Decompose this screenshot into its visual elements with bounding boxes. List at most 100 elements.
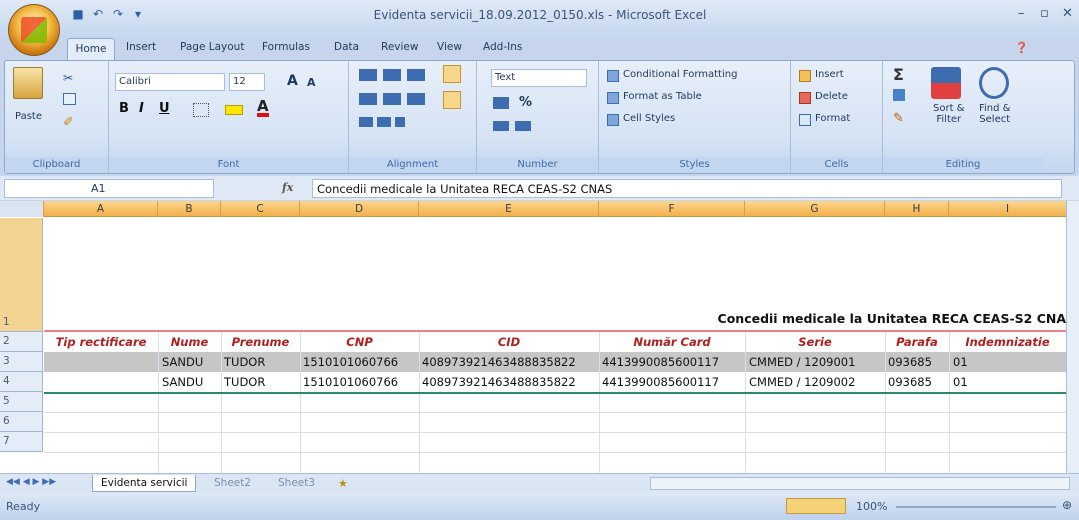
- cell-prenume[interactable]: TUDOR: [224, 375, 298, 389]
- vertical-scrollbar[interactable]: [1066, 201, 1079, 473]
- insert-button[interactable]: Insert: [815, 69, 844, 80]
- number-format-select[interactable]: Text: [491, 69, 587, 87]
- row-header-3[interactable]: 3: [0, 352, 43, 372]
- bold-button[interactable]: B: [119, 101, 129, 116]
- column-header-f[interactable]: F: [599, 201, 745, 217]
- redo-icon[interactable]: ↷: [110, 7, 126, 21]
- column-header-b[interactable]: B: [158, 201, 221, 217]
- column-header-c[interactable]: C: [221, 201, 300, 217]
- cell-styles-icon[interactable]: [607, 114, 619, 126]
- cell-cnp[interactable]: 1510101060766: [303, 355, 417, 369]
- font-name-select[interactable]: Calibri: [115, 73, 225, 91]
- borders-icon[interactable]: [193, 103, 209, 117]
- zoom-in-icon[interactable]: ⊕: [1062, 498, 1072, 512]
- header-prenume[interactable]: Prenume: [221, 335, 300, 349]
- sheet-nav-icons[interactable]: ◀◀ ◀ ▶ ▶▶: [6, 477, 56, 487]
- autosum-icon[interactable]: Σ: [893, 65, 904, 84]
- sheet-tab-sheet2[interactable]: Sheet2: [206, 475, 259, 492]
- cell-numar-card[interactable]: 4413990085600117: [602, 355, 744, 369]
- select-all-corner[interactable]: [0, 201, 44, 217]
- minimize-icon[interactable]: –: [1018, 6, 1025, 21]
- cell-cid[interactable]: 408973921463488835822: [422, 375, 598, 389]
- clear-icon[interactable]: ✎: [893, 111, 904, 126]
- row-header-1[interactable]: 1: [0, 218, 43, 332]
- header-tip-rectificare[interactable]: Tip rectificare: [44, 335, 158, 349]
- italic-button[interactable]: I: [139, 101, 144, 116]
- conditional-formatting-icon[interactable]: [607, 70, 619, 82]
- tab-data[interactable]: Data: [334, 41, 359, 53]
- office-button[interactable]: [8, 4, 60, 56]
- horizontal-scrollbar[interactable]: [650, 477, 1070, 490]
- worksheet-grid[interactable]: A B C D E F G H I 1 2 3 4 5 6 7 Concedii…: [0, 201, 1066, 473]
- header-cid[interactable]: CID: [419, 335, 599, 349]
- cell-nume[interactable]: SANDU: [162, 375, 220, 389]
- cell-indemnizatie[interactable]: 01: [953, 355, 1063, 369]
- cell-indemnizatie[interactable]: 01: [953, 375, 1063, 389]
- percent-button[interactable]: %: [519, 95, 532, 110]
- sort-filter-button[interactable]: Sort & Filter: [933, 103, 964, 125]
- maximize-icon[interactable]: ▫: [1040, 6, 1049, 21]
- cut-icon[interactable]: ✂: [63, 71, 73, 85]
- tab-view[interactable]: View: [437, 41, 462, 53]
- zoom-slider[interactable]: [896, 506, 1056, 508]
- view-buttons[interactable]: [786, 498, 846, 514]
- font-color-icon[interactable]: A: [257, 99, 269, 117]
- delete-icon[interactable]: [799, 92, 811, 104]
- header-parafa[interactable]: Parafa: [885, 335, 949, 349]
- help-icon[interactable]: ❓: [1015, 41, 1028, 54]
- name-box[interactable]: A1: [4, 179, 214, 198]
- column-header-i[interactable]: I: [949, 201, 1066, 217]
- insert-sheet-icon[interactable]: ★: [338, 477, 348, 490]
- header-serie[interactable]: Serie: [745, 335, 885, 349]
- tab-insert[interactable]: Insert: [126, 41, 156, 53]
- merge-center-icon[interactable]: [443, 91, 461, 109]
- grow-font-button[interactable]: A: [287, 73, 298, 89]
- header-indemnizatie[interactable]: Indemnizatie: [949, 335, 1066, 349]
- cell-serie[interactable]: CMMED / 1209001: [749, 355, 884, 369]
- cell-prenume[interactable]: TUDOR: [224, 355, 298, 369]
- header-numar-card[interactable]: Număr Card: [599, 335, 745, 349]
- orientation-icon[interactable]: [443, 65, 461, 83]
- decimal-icons[interactable]: [493, 121, 533, 131]
- close-icon[interactable]: ✕: [1062, 6, 1073, 21]
- row-header-5[interactable]: 5: [0, 392, 43, 412]
- cell-serie[interactable]: CMMED / 1209002: [749, 375, 884, 389]
- zoom-level[interactable]: 100%: [856, 500, 887, 513]
- vertical-align-icons[interactable]: [359, 69, 429, 81]
- column-header-a[interactable]: A: [44, 201, 158, 217]
- find-select-icon[interactable]: [979, 67, 1009, 99]
- delete-button[interactable]: Delete: [815, 91, 848, 102]
- sort-filter-icon[interactable]: [931, 67, 961, 99]
- header-cnp[interactable]: CNP: [300, 335, 419, 349]
- cell-numar-card[interactable]: 4413990085600117: [602, 375, 744, 389]
- customize-qat-icon[interactable]: ▾: [130, 7, 146, 21]
- tab-review[interactable]: Review: [381, 41, 418, 53]
- formula-input[interactable]: Concedii medicale la Unitatea RECA CEAS-…: [312, 179, 1062, 198]
- fill-color-icon[interactable]: [225, 105, 243, 115]
- underline-button[interactable]: U: [159, 101, 170, 116]
- undo-icon[interactable]: ↶: [90, 7, 106, 21]
- insert-icon[interactable]: [799, 70, 811, 82]
- format-painter-icon[interactable]: ✐: [63, 115, 74, 130]
- row-header-6[interactable]: 6: [0, 412, 43, 432]
- row-header-7[interactable]: 7: [0, 432, 43, 452]
- paste-icon[interactable]: [13, 67, 43, 99]
- sheet-tab-evidenta[interactable]: Evidenta servicii: [92, 475, 197, 492]
- sheet-tab-sheet3[interactable]: Sheet3: [270, 475, 323, 492]
- row-header-2[interactable]: 2: [0, 332, 43, 352]
- paste-button[interactable]: Paste: [15, 111, 42, 122]
- column-header-h[interactable]: H: [885, 201, 949, 217]
- sheet-title[interactable]: Concedii medicale la Unitatea RECA CEAS-…: [560, 311, 1066, 326]
- tab-page-layout[interactable]: Page Layout: [180, 41, 244, 53]
- row-header-4[interactable]: 4: [0, 372, 43, 392]
- font-size-select[interactable]: 12: [229, 73, 265, 91]
- cell-styles-button[interactable]: Cell Styles: [623, 113, 675, 124]
- format-as-table-button[interactable]: Format as Table: [623, 91, 702, 102]
- column-header-g[interactable]: G: [745, 201, 885, 217]
- format-table-icon[interactable]: [607, 92, 619, 104]
- horizontal-align-icons[interactable]: [359, 93, 429, 105]
- save-icon[interactable]: ■: [70, 7, 86, 21]
- find-select-button[interactable]: Find & Select: [979, 103, 1010, 125]
- tab-add-ins[interactable]: Add-Ins: [483, 41, 522, 53]
- cell-cnp[interactable]: 1510101060766: [303, 375, 417, 389]
